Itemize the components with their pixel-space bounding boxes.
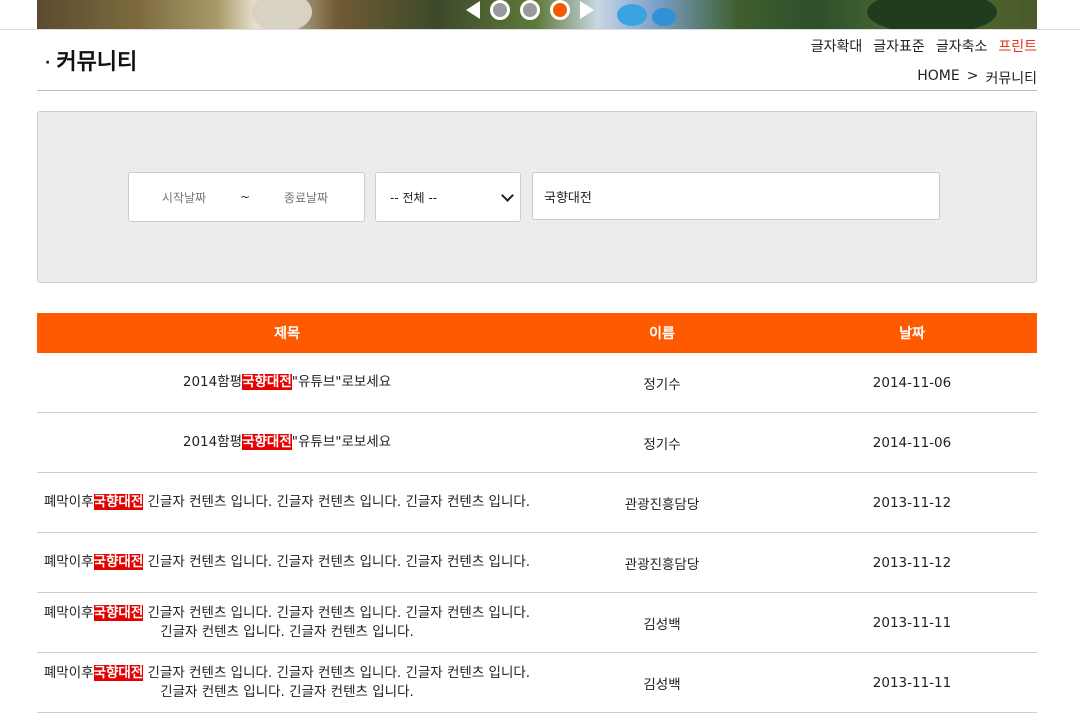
row-date: 2013-11-11	[872, 614, 952, 631]
table-row[interactable]: 폐막이후국향대전 긴글자 컨텐츠 입니다. 긴글자 컨텐츠 입니다. 긴글자 컨…	[37, 593, 1037, 653]
row-title-link[interactable]: 폐막이후국향대전 긴글자 컨텐츠 입니다. 긴글자 컨텐츠 입니다. 긴글자 컨…	[37, 593, 537, 652]
title-prefix: 폐막이후	[43, 494, 94, 510]
header-name: 이름	[649, 326, 675, 342]
row-title-link[interactable]: 2014함평국향대전"유튜브"로보세요	[37, 353, 537, 412]
table-row[interactable]: 폐막이후국향대전 긴글자 컨텐츠 입니다. 긴글자 컨텐츠 입니다. 긴글자 컨…	[37, 533, 1037, 593]
title-suffix: 긴글자 컨텐츠 입니다. 긴글자 컨텐츠 입니다. 긴글자 컨텐츠 입니다.	[143, 494, 531, 510]
row-author: 관광진흥담당	[624, 496, 700, 513]
row-author: 김성백	[643, 616, 681, 633]
title-suffix: 긴글자 컨텐츠 입니다. 긴글자 컨텐츠 입니다. 긴글자 컨텐츠 입니다. 긴…	[143, 664, 531, 700]
title-prefix: 2014함평	[182, 434, 243, 450]
search-input-value: 국향대전	[544, 190, 592, 206]
banner-figure	[652, 8, 676, 26]
slider-prev-arrow-icon[interactable]	[466, 1, 480, 19]
row-title-link[interactable]: 폐막이후국향대전 긴글자 컨텐츠 입니다. 긴글자 컨텐츠 입니다. 긴글자 컨…	[37, 473, 537, 532]
keyword-highlight: 국향대전	[242, 374, 292, 390]
title-suffix: 긴글자 컨텐츠 입니다. 긴글자 컨텐츠 입니다. 긴글자 컨텐츠 입니다.	[143, 554, 531, 570]
breadcrumb-separator: >	[966, 68, 979, 84]
row-date: 2014-11-06	[872, 374, 952, 391]
row-date: 2013-11-12	[872, 554, 952, 571]
table-header: 제목 이름 날짜	[37, 313, 1037, 353]
table-body: 2014함평국향대전"유튜브"로보세요 정기수 2014-11-06 2014함평국향…	[37, 353, 1037, 713]
header-title: 제목	[274, 326, 300, 342]
breadcrumb-home-link[interactable]: HOME	[917, 68, 959, 88]
table-row[interactable]: 폐막이후국향대전 긴글자 컨텐츠 입니다. 긴글자 컨텐츠 입니다. 긴글자 컨…	[37, 473, 1037, 533]
row-date: 2014-11-06	[872, 434, 952, 451]
page-title: · 커뮤니티	[45, 44, 137, 76]
breadcrumb-current: 커뮤니티	[985, 71, 1037, 87]
banner-figure	[252, 0, 312, 29]
table-row[interactable]: 폐막이후국향대전 긴글자 컨텐츠 입니다. 긴글자 컨텐츠 입니다. 긴글자 컨…	[37, 653, 1037, 713]
title-prefix: 2014함평	[182, 374, 243, 390]
row-date: 2013-11-12	[872, 494, 952, 511]
print-button[interactable]: 프린트	[998, 36, 1037, 56]
search-input[interactable]: 국향대전	[532, 172, 940, 220]
title-prefix: 폐막이후	[43, 664, 94, 681]
banner-figure	[867, 0, 997, 29]
title-prefix: 폐막이후	[43, 604, 94, 621]
row-author: 정기수	[643, 436, 681, 453]
keyword-highlight: 국향대전	[93, 664, 144, 681]
table-row[interactable]: 2014함평국향대전"유튜브"로보세요 정기수 2014-11-06	[37, 413, 1037, 473]
date-range-field: 시작날짜 ~ 종료날짜	[128, 172, 365, 222]
title-bullet-icon: ·	[45, 55, 51, 71]
font-normal-button[interactable]: 글자표준	[873, 36, 925, 56]
row-author: 관광진흥담당	[624, 556, 700, 573]
keyword-highlight: 국향대전	[93, 604, 144, 621]
row-title-link[interactable]: 폐막이후국향대전 긴글자 컨텐츠 입니다. 긴글자 컨텐츠 입니다. 긴글자 컨…	[37, 653, 537, 712]
font-enlarge-button[interactable]: 글자확대	[811, 36, 863, 56]
date-range-separator: ~	[239, 190, 251, 204]
row-author: 정기수	[643, 376, 681, 393]
keyword-highlight: 국향대전	[93, 554, 144, 570]
row-title-link[interactable]: 폐막이후국향대전 긴글자 컨텐츠 입니다. 긴글자 컨텐츠 입니다. 긴글자 컨…	[37, 533, 537, 592]
search-panel: 시작날짜 ~ 종료날짜 -- 전체 -- 국향대전	[37, 111, 1037, 283]
font-shrink-button[interactable]: 글자축소	[936, 36, 988, 56]
title-suffix: "유튜브"로보세요	[291, 374, 392, 390]
title-suffix: "유튜브"로보세요	[291, 434, 392, 450]
header-divider	[37, 90, 1037, 91]
table-row[interactable]: 2014함평국향대전"유튜브"로보세요 정기수 2014-11-06	[37, 353, 1037, 413]
start-date-input[interactable]: 시작날짜	[129, 189, 239, 206]
slider-controls	[466, 0, 594, 20]
slider-dot-1[interactable]	[490, 0, 510, 20]
title-suffix: 긴글자 컨텐츠 입니다. 긴글자 컨텐츠 입니다. 긴글자 컨텐츠 입니다. 긴…	[143, 604, 531, 640]
banner-figure	[617, 4, 647, 26]
category-select-value: -- 전체 --	[390, 190, 438, 205]
slider-next-arrow-icon[interactable]	[580, 1, 594, 19]
board-table: 제목 이름 날짜 2014함평국향대전"유튜브"로보세요 정기수 2014-11-0…	[37, 313, 1037, 713]
title-prefix: 폐막이후	[43, 554, 94, 570]
top-divider	[0, 29, 1080, 30]
page-title-text: 커뮤니티	[56, 50, 138, 75]
slider-dot-3[interactable]	[550, 0, 570, 20]
keyword-highlight: 국향대전	[242, 434, 292, 450]
row-date: 2013-11-11	[872, 674, 952, 691]
breadcrumb: HOME > 커뮤니티	[917, 68, 1037, 88]
keyword-highlight: 국향대전	[93, 494, 144, 510]
slider-dot-2[interactable]	[520, 0, 540, 20]
category-select[interactable]: -- 전체 --	[375, 172, 521, 222]
font-size-tools: 글자확대 글자표준 글자축소 프린트	[811, 36, 1037, 56]
chevron-down-icon	[501, 188, 514, 202]
row-title-link[interactable]: 2014함평국향대전"유튜브"로보세요	[37, 413, 537, 472]
header-date: 날짜	[899, 326, 925, 342]
end-date-input[interactable]: 종료날짜	[251, 189, 361, 206]
row-author: 김성백	[643, 676, 681, 693]
